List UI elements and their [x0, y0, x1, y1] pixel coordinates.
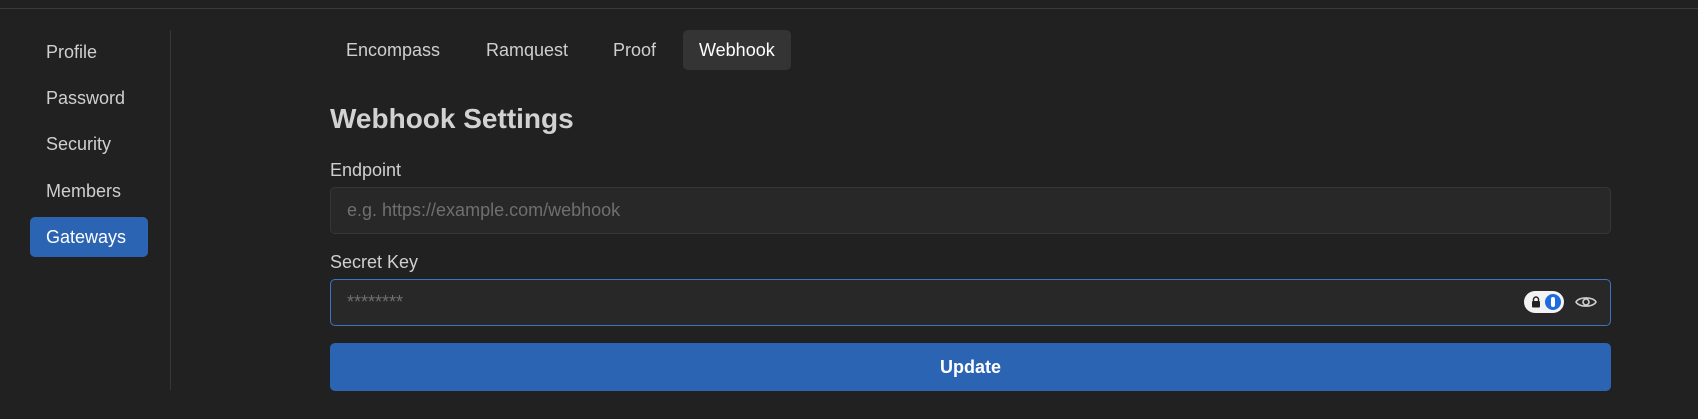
- tab-encompass[interactable]: Encompass: [330, 30, 456, 70]
- eye-icon[interactable]: [1575, 294, 1597, 310]
- page-title: Webhook Settings: [330, 103, 574, 134]
- tab-ramquest[interactable]: Ramquest: [470, 30, 584, 70]
- password-manager-icon[interactable]: [1524, 291, 1564, 313]
- tab-proof[interactable]: Proof: [597, 30, 672, 70]
- lock-icon: [1532, 296, 1540, 308]
- sidebar-item-profile[interactable]: Profile: [30, 32, 148, 72]
- endpoint-input[interactable]: [330, 187, 1611, 234]
- sidebar-item-gateways[interactable]: Gateways: [30, 217, 148, 257]
- sidebar-item-security[interactable]: Security: [30, 124, 148, 164]
- tab-webhook[interactable]: Webhook: [683, 30, 791, 70]
- top-divider: [0, 8, 1698, 9]
- sidebar-item-members[interactable]: Members: [30, 171, 148, 211]
- secret-key-label: Secret Key: [330, 252, 419, 272]
- endpoint-label: Endpoint: [330, 160, 402, 180]
- keyhole-icon: [1545, 294, 1561, 310]
- sidebar-item-password[interactable]: Password: [30, 78, 148, 118]
- secret-key-input[interactable]: [330, 279, 1611, 326]
- update-button[interactable]: Update: [330, 343, 1611, 391]
- settings-sidebar: Profile Password Security Members Gatewa…: [30, 30, 171, 390]
